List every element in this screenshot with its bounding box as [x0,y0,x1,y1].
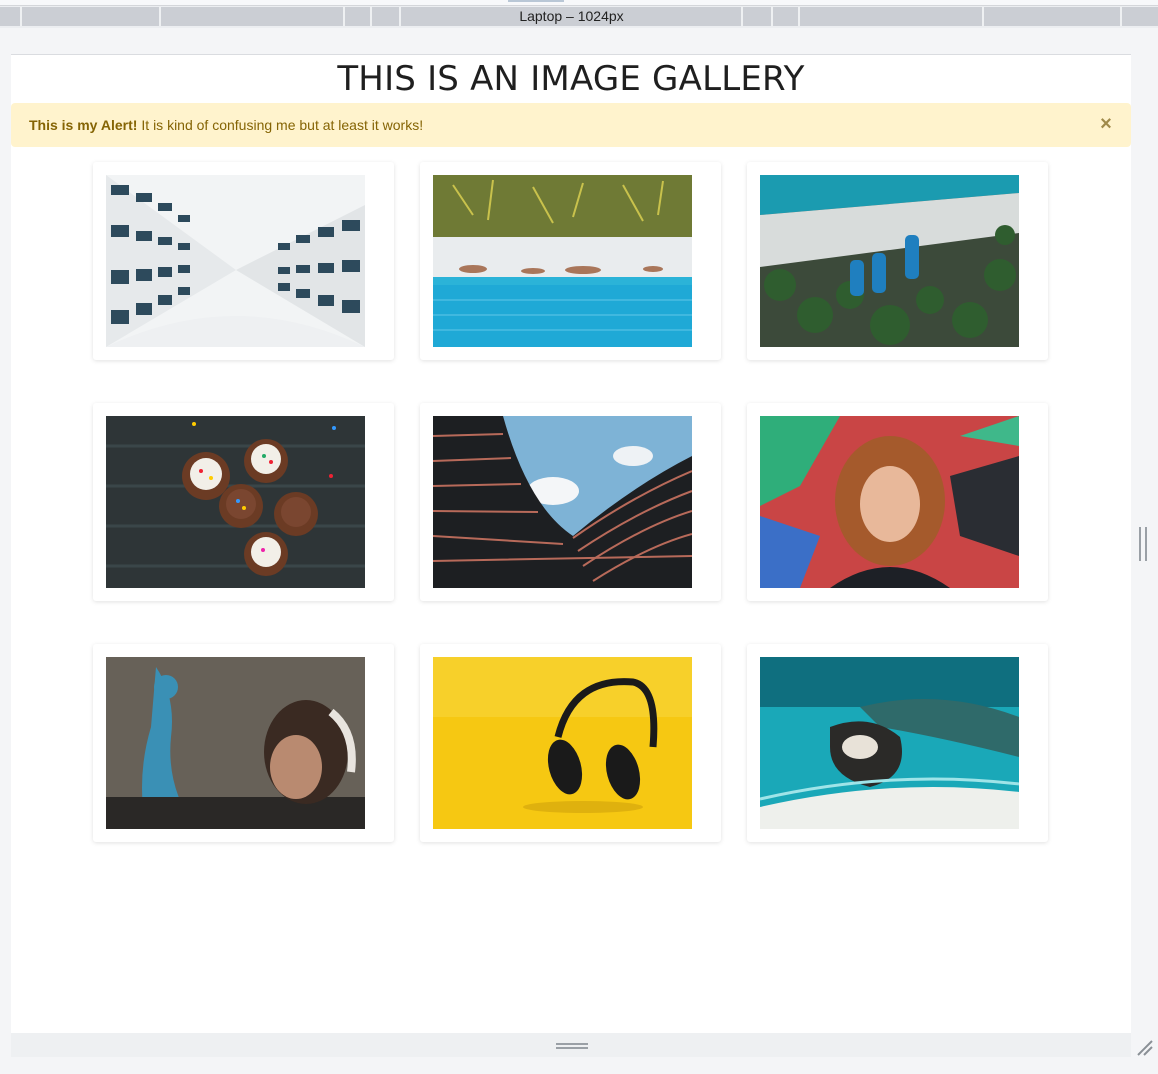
ruler-topline [0,0,1158,6]
gallery-card[interactable] [420,162,721,360]
gallery-card[interactable] [93,162,394,360]
ruler-active-tab [508,0,564,2]
warning-alert: This is my Alert! It is kind of confusin… [11,103,1131,147]
viewport-resize-handle-right[interactable] [1139,527,1147,561]
gallery-card[interactable] [747,403,1048,601]
gallery-card[interactable] [420,644,721,842]
resize-corner-icon[interactable] [1134,1037,1154,1057]
cupcakes-photo-icon[interactable] [106,416,365,588]
gallery-card[interactable] [420,403,721,601]
architecture-photo-icon[interactable] [106,175,365,347]
device-ruler: Laptop – 1024px [0,0,1158,28]
graffiti-headphones-photo-icon[interactable] [106,657,365,829]
headphones-yellow-photo-icon[interactable] [433,657,692,829]
alert-strong-text: This is my Alert! [29,117,138,133]
gallery-card[interactable] [93,403,394,601]
girl-graffiti-photo-icon[interactable] [760,416,1019,588]
wavy-building-photo-icon[interactable] [433,416,692,588]
alert-message: It is kind of confusing me but at least … [141,117,424,133]
viewport-resize-handle-bottom[interactable] [556,1043,588,1049]
beach-palms-photo-icon[interactable] [433,175,692,347]
page-viewport: THIS IS AN IMAGE GALLERY This is my Aler… [11,54,1131,1033]
page-title: THIS IS AN IMAGE GALLERY [337,59,805,99]
gallery-card[interactable] [747,644,1048,842]
gallery-card[interactable] [747,162,1048,360]
device-size-label: Laptop – 1024px [519,8,624,24]
boats-beach-photo-icon[interactable] [760,175,1019,347]
close-icon[interactable]: × [1095,113,1117,135]
island-aerial-photo-icon[interactable] [760,657,1019,829]
gallery-card[interactable] [93,644,394,842]
